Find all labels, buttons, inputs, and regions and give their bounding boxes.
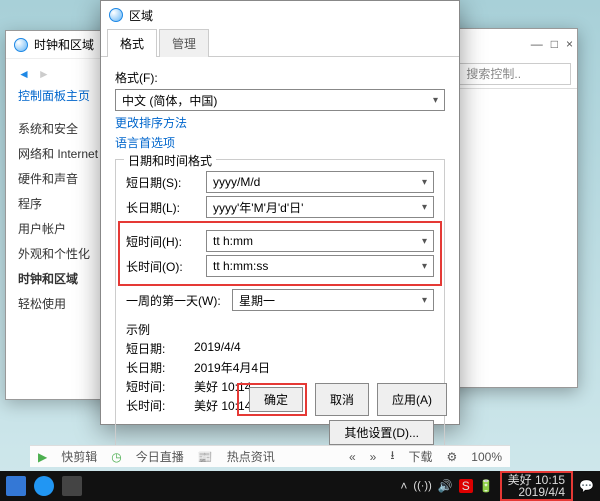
- first-day-combo[interactable]: 星期一▾: [232, 289, 434, 311]
- cancel-button[interactable]: 取消: [315, 383, 369, 416]
- ime-icon[interactable]: S: [459, 479, 473, 493]
- long-time-label: 长时间(O):: [126, 258, 200, 275]
- example-title: 示例: [126, 321, 434, 338]
- prev-icon[interactable]: «: [349, 450, 356, 464]
- globe-icon: [14, 38, 28, 52]
- next-icon[interactable]: »: [370, 450, 377, 464]
- short-time-label: 短时间(H):: [126, 233, 200, 250]
- fastclip-label[interactable]: 快剪辑: [61, 448, 97, 465]
- search-input[interactable]: 搜索控制..: [459, 63, 571, 85]
- tab-admin[interactable]: 管理: [159, 29, 209, 57]
- ok-button[interactable]: 确定: [249, 387, 303, 412]
- first-day-label: 一周的第一天(W):: [126, 292, 226, 309]
- network-icon[interactable]: ((·)): [413, 480, 431, 492]
- region-dialog: 区域 格式 管理 格式(F): 中文 (简体，中国)▾ 更改排序方法 语言首选项…: [100, 0, 460, 425]
- groupbox-title: 日期和时间格式: [124, 152, 216, 169]
- hot-label[interactable]: 热点资讯: [227, 448, 275, 465]
- long-date-combo[interactable]: yyyy'年'M'月'd'日'▾: [206, 196, 434, 218]
- format-combo[interactable]: 中文 (简体，中国)▾: [115, 89, 445, 111]
- max-button[interactable]: □: [551, 37, 558, 51]
- short-date-combo[interactable]: yyyy/M/d▾: [206, 171, 434, 193]
- window-title: 时钟和区域: [34, 36, 94, 53]
- live-label[interactable]: 今日直播: [136, 448, 184, 465]
- battery-icon[interactable]: 🔋: [479, 479, 494, 493]
- min-button[interactable]: —: [531, 37, 543, 51]
- language-pref-link[interactable]: 语言首选项: [115, 134, 445, 151]
- download-icon[interactable]: ⭳: [390, 446, 394, 467]
- search-placeholder: 搜索控制..: [466, 65, 521, 82]
- news-icon: 📰: [198, 450, 213, 464]
- settings-icon[interactable]: ⚙: [447, 450, 458, 464]
- close-button[interactable]: ×: [566, 37, 573, 51]
- clock-icon: ◷: [111, 450, 121, 464]
- forward-icon[interactable]: ►: [38, 67, 50, 81]
- zoom-level[interactable]: 100%: [471, 450, 502, 464]
- taskbar-clock[interactable]: 美好 10:15 2019/4/4: [500, 471, 573, 501]
- task-icon[interactable]: [62, 476, 82, 496]
- tray-chevron-icon[interactable]: ˄: [400, 479, 407, 493]
- system-tray: ˄ ((·)) 🔊 S 🔋 美好 10:15 2019/4/4 💬: [400, 471, 594, 501]
- apply-button[interactable]: 应用(A): [377, 383, 447, 416]
- dialog-title: 区域: [129, 7, 153, 24]
- volume-icon[interactable]: 🔊: [438, 479, 453, 493]
- long-time-combo[interactable]: tt h:mm:ss▾: [206, 255, 434, 277]
- chevron-down-icon: ▾: [433, 95, 438, 106]
- globe-icon: [109, 8, 123, 22]
- format-label: 格式(F):: [115, 69, 445, 86]
- change-sort-link[interactable]: 更改排序方法: [115, 114, 445, 131]
- app-statusbar: ▶快剪辑 ◷今日直播 📰热点资讯 « » ⭳下载 ⚙ 100%: [30, 445, 510, 467]
- start-button[interactable]: [6, 476, 26, 496]
- ok-highlight: 确定: [237, 383, 307, 416]
- short-time-combo[interactable]: tt h:mm▾: [206, 230, 434, 252]
- long-date-label: 长日期(L):: [126, 199, 200, 216]
- clock-date: 2019/4/4: [508, 486, 565, 498]
- additional-settings-button[interactable]: 其他设置(D)...: [329, 420, 434, 445]
- notification-icon[interactable]: 💬: [579, 479, 594, 493]
- short-date-label: 短日期(S):: [126, 174, 200, 191]
- taskbar: ˄ ((·)) 🔊 S 🔋 美好 10:15 2019/4/4 💬: [0, 471, 600, 501]
- back-icon[interactable]: ◄: [18, 67, 30, 81]
- example-short-date: 2019/4/4: [194, 340, 241, 357]
- time-format-highlight: 短时间(H): tt h:mm▾ 长时间(O): tt h:mm:ss▾: [118, 221, 442, 286]
- browser-icon[interactable]: [34, 476, 54, 496]
- example-long-date: 2019年4月4日: [194, 359, 270, 376]
- play-icon[interactable]: ▶: [38, 450, 47, 464]
- tab-format[interactable]: 格式: [107, 29, 157, 57]
